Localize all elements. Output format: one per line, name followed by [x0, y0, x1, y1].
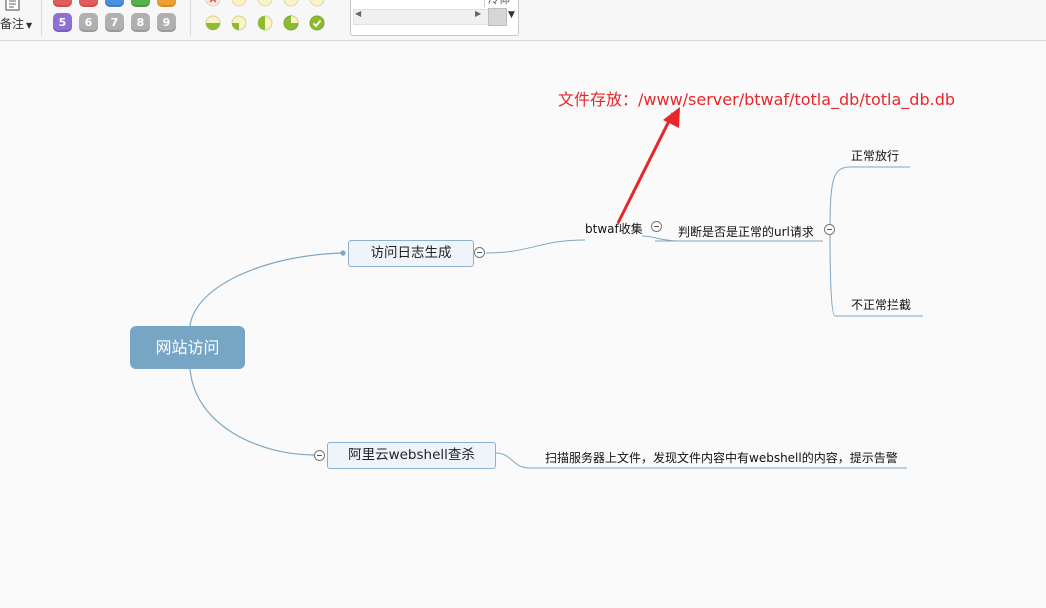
progress-icon[interactable] — [231, 0, 247, 7]
priority-7-icon[interactable]: 7 — [105, 13, 124, 32]
priority-1-icon[interactable] — [53, 0, 72, 7]
topic-aliyun-webshell[interactable]: 阿里云webshell查杀 — [327, 442, 496, 469]
file-path-annotation: 文件存放：/www/server/btwaf/totla_db/totla_db… — [558, 90, 956, 109]
toolbar: 备注▼ 5 6 7 8 9 冷仰 ◀ — [0, 0, 1046, 41]
toolbar-divider — [41, 0, 42, 36]
note-icon[interactable] — [4, 0, 22, 12]
collapse-icon[interactable] — [651, 221, 662, 232]
remove-progress-icon[interactable] — [205, 0, 221, 7]
horizontal-scrollbar[interactable] — [353, 9, 489, 25]
scroll-left-icon[interactable]: ◀ — [355, 9, 361, 18]
priority-9-icon[interactable]: 9 — [157, 13, 176, 32]
widget-divider — [484, 0, 485, 7]
priority-2-icon[interactable] — [79, 0, 98, 7]
mindmap-canvas[interactable]: 网站访问 访问日志生成 阿里云webshell查杀 btwaf收集 判断是否是正… — [0, 41, 1046, 608]
style-picker[interactable]: 冷仰 ◀ ▶ ▼ — [350, 0, 519, 36]
topic-access-log[interactable]: 访问日志生成 — [348, 240, 474, 267]
subtopic-url-check[interactable]: 判断是否是正常的url请求 — [678, 223, 814, 240]
collapse-icon[interactable] — [474, 247, 485, 258]
toolbar-divider — [190, 0, 191, 36]
priority-4-icon[interactable] — [131, 0, 150, 7]
subtopic-btwaf[interactable]: btwaf收集 — [585, 220, 643, 237]
note-label: 备注 — [0, 17, 25, 31]
subtopic-allow[interactable]: 正常放行 — [851, 147, 899, 164]
central-topic[interactable]: 网站访问 — [130, 326, 245, 369]
color-swatch[interactable] — [488, 8, 507, 26]
priority-8-icon[interactable]: 8 — [131, 13, 150, 32]
progress-0-icon[interactable] — [205, 15, 221, 31]
subtopic-block[interactable]: 不正常拦截 — [851, 296, 911, 313]
chevron-down-icon[interactable]: ▼ — [508, 10, 515, 20]
note-dropdown[interactable]: 备注 ▼ — [0, 15, 32, 32]
subtopic-scan[interactable]: 扫描服务器上文件，发现文件内容中有webshell的内容，提示告警 — [545, 449, 898, 466]
priority-6-icon[interactable]: 6 — [79, 13, 98, 32]
priority-4b-icon[interactable] — [157, 0, 176, 7]
progress-icon[interactable] — [257, 0, 273, 7]
progress-icon[interactable] — [283, 0, 299, 7]
progress-50-icon[interactable] — [257, 15, 273, 31]
collapse-icon[interactable] — [314, 450, 325, 461]
progress-icon[interactable] — [309, 0, 325, 7]
priority-3-icon[interactable] — [105, 0, 124, 7]
chevron-down-icon: ▼ — [26, 21, 33, 30]
progress-25-icon[interactable] — [231, 15, 247, 31]
widget-label: 冷仰 — [488, 0, 510, 7]
priority-5-icon[interactable]: 5 — [53, 13, 72, 32]
collapse-icon[interactable] — [824, 224, 835, 235]
connector-lines — [189, 107, 923, 469]
progress-75-icon[interactable] — [283, 15, 299, 31]
progress-done-icon[interactable] — [309, 15, 325, 31]
scroll-right-icon[interactable]: ▶ — [475, 9, 481, 18]
